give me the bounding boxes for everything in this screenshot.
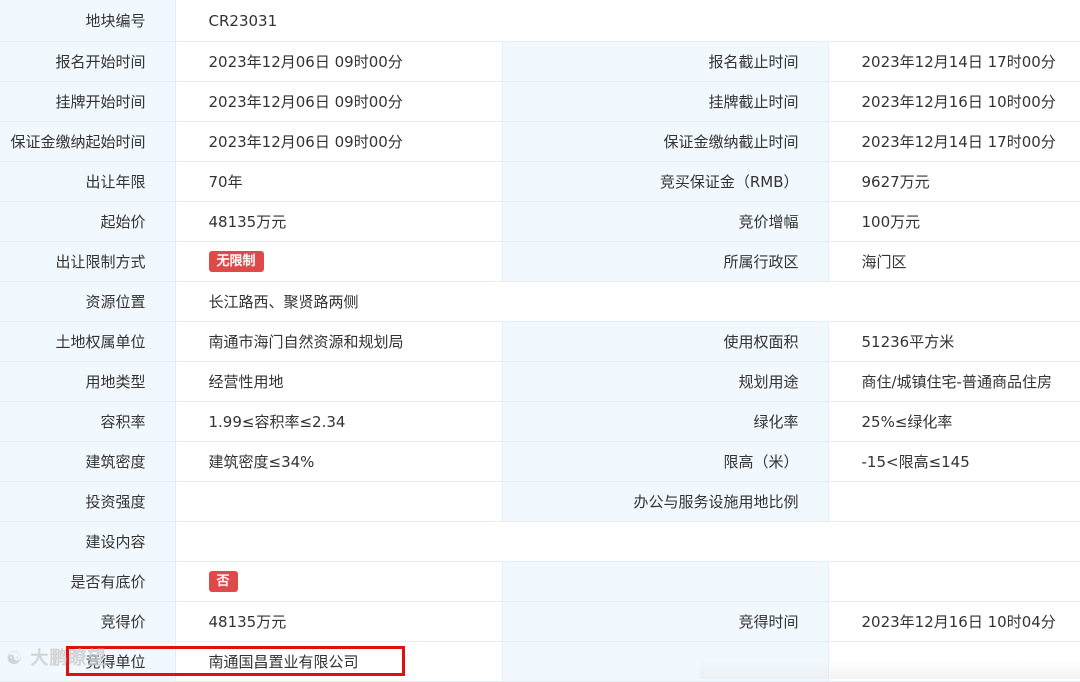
row-value: 70年 bbox=[175, 161, 503, 202]
table-row: 容积率 1.99≤容积率≤2.34 绿化率 25%≤绿化率 bbox=[0, 401, 1080, 442]
row-value: 南通市海门自然资源和规划局 bbox=[175, 321, 503, 362]
row-label: 地块编号 bbox=[0, 0, 176, 42]
row-label: 起始价 bbox=[0, 201, 176, 242]
row-value: 48135万元 bbox=[175, 601, 503, 642]
table-row: 挂牌开始时间 2023年12月06日 09时00分 挂牌截止时间 2023年12… bbox=[0, 81, 1080, 122]
table-row: 竞得价 48135万元 竞得时间 2023年12月16日 10时04分 bbox=[0, 601, 1080, 642]
table-row: 竞得单位 南通国昌置业有限公司 bbox=[0, 641, 1080, 682]
row-value: -15<限高≤145 bbox=[828, 441, 1080, 482]
row-value: 商住/城镇住宅-普通商品住房 bbox=[828, 361, 1080, 402]
row-label: 挂牌截止时间 bbox=[502, 81, 829, 122]
row-label: 报名开始时间 bbox=[0, 41, 176, 82]
table-row: 出让年限 70年 竞买保证金（RMB） 9627万元 bbox=[0, 161, 1080, 202]
row-label: 使用权面积 bbox=[502, 321, 829, 362]
table-row: 地块编号 CR23031 bbox=[0, 0, 1080, 42]
table-row: 资源位置 长江路西、聚贤路两侧 bbox=[0, 281, 1080, 322]
table-row: 建设内容 bbox=[0, 521, 1080, 562]
reserve-price-badge: 否 bbox=[208, 571, 238, 592]
row-value bbox=[828, 481, 1080, 522]
row-label: 限高（米） bbox=[502, 441, 829, 482]
row-label: 竞得价 bbox=[0, 601, 176, 642]
table-row: 出让限制方式 无限制 所属行政区 海门区 bbox=[0, 241, 1080, 282]
row-label: 竞价增幅 bbox=[502, 201, 829, 242]
row-value: 南通国昌置业有限公司 bbox=[175, 641, 503, 682]
row-value bbox=[175, 481, 503, 522]
row-label: 报名截止时间 bbox=[502, 41, 829, 82]
land-info-table: 地块编号 CR23031 报名开始时间 2023年12月06日 09时00分 报… bbox=[0, 0, 1080, 682]
row-value: 经营性用地 bbox=[175, 361, 503, 402]
restriction-badge: 无限制 bbox=[208, 251, 264, 272]
row-value: 否 bbox=[175, 561, 503, 602]
row-label: 出让年限 bbox=[0, 161, 176, 202]
row-label: 竞得单位 bbox=[0, 641, 176, 682]
row-value: 2023年12月14日 17时00分 bbox=[828, 41, 1080, 82]
row-value: 9627万元 bbox=[828, 161, 1080, 202]
row-label: 出让限制方式 bbox=[0, 241, 176, 282]
row-label: 绿化率 bbox=[502, 401, 829, 442]
row-value: 2023年12月14日 17时00分 bbox=[828, 121, 1080, 162]
row-value: 2023年12月06日 09时00分 bbox=[175, 81, 503, 122]
row-label: 土地权属单位 bbox=[0, 321, 176, 362]
row-label bbox=[502, 561, 829, 602]
row-value: 建筑密度≤34% bbox=[175, 441, 503, 482]
row-value: 100万元 bbox=[828, 201, 1080, 242]
row-label: 投资强度 bbox=[0, 481, 176, 522]
row-label: 挂牌开始时间 bbox=[0, 81, 176, 122]
row-value: 25%≤绿化率 bbox=[828, 401, 1080, 442]
row-label: 是否有底价 bbox=[0, 561, 176, 602]
row-value: 海门区 bbox=[828, 241, 1080, 282]
row-value bbox=[175, 521, 1080, 562]
table-row: 投资强度 办公与服务设施用地比例 bbox=[0, 481, 1080, 522]
row-label bbox=[502, 641, 829, 682]
row-value: 1.99≤容积率≤2.34 bbox=[175, 401, 503, 442]
row-value: 48135万元 bbox=[175, 201, 503, 242]
table-row: 保证金缴纳起始时间 2023年12月06日 09时00分 保证金缴纳截止时间 2… bbox=[0, 121, 1080, 162]
row-label: 建设内容 bbox=[0, 521, 176, 562]
row-label: 竞买保证金（RMB） bbox=[502, 161, 829, 202]
row-label: 所属行政区 bbox=[502, 241, 829, 282]
row-label: 竞得时间 bbox=[502, 601, 829, 642]
row-label: 用地类型 bbox=[0, 361, 176, 402]
row-value: 无限制 bbox=[175, 241, 503, 282]
table-row: 报名开始时间 2023年12月06日 09时00分 报名截止时间 2023年12… bbox=[0, 41, 1080, 82]
row-label: 办公与服务设施用地比例 bbox=[502, 481, 829, 522]
row-value: CR23031 bbox=[175, 0, 1080, 42]
row-value bbox=[828, 641, 1080, 682]
row-value: 2023年12月16日 10时04分 bbox=[828, 601, 1080, 642]
table-row: 起始价 48135万元 竞价增幅 100万元 bbox=[0, 201, 1080, 242]
row-label: 建筑密度 bbox=[0, 441, 176, 482]
row-label: 保证金缴纳起始时间 bbox=[0, 121, 176, 162]
row-value: 长江路西、聚贤路两侧 bbox=[175, 281, 1080, 322]
table-row: 是否有底价 否 bbox=[0, 561, 1080, 602]
row-label: 容积率 bbox=[0, 401, 176, 442]
row-label: 规划用途 bbox=[502, 361, 829, 402]
row-value bbox=[828, 561, 1080, 602]
row-value: 51236平方米 bbox=[828, 321, 1080, 362]
row-label: 资源位置 bbox=[0, 281, 176, 322]
row-value: 2023年12月06日 09时00分 bbox=[175, 121, 503, 162]
table-row: 土地权属单位 南通市海门自然资源和规划局 使用权面积 51236平方米 bbox=[0, 321, 1080, 362]
row-label: 保证金缴纳截止时间 bbox=[502, 121, 829, 162]
table-row: 建筑密度 建筑密度≤34% 限高（米） -15<限高≤145 bbox=[0, 441, 1080, 482]
table-row: 用地类型 经营性用地 规划用途 商住/城镇住宅-普通商品住房 bbox=[0, 361, 1080, 402]
row-value: 2023年12月06日 09时00分 bbox=[175, 41, 503, 82]
row-value: 2023年12月16日 10时00分 bbox=[828, 81, 1080, 122]
